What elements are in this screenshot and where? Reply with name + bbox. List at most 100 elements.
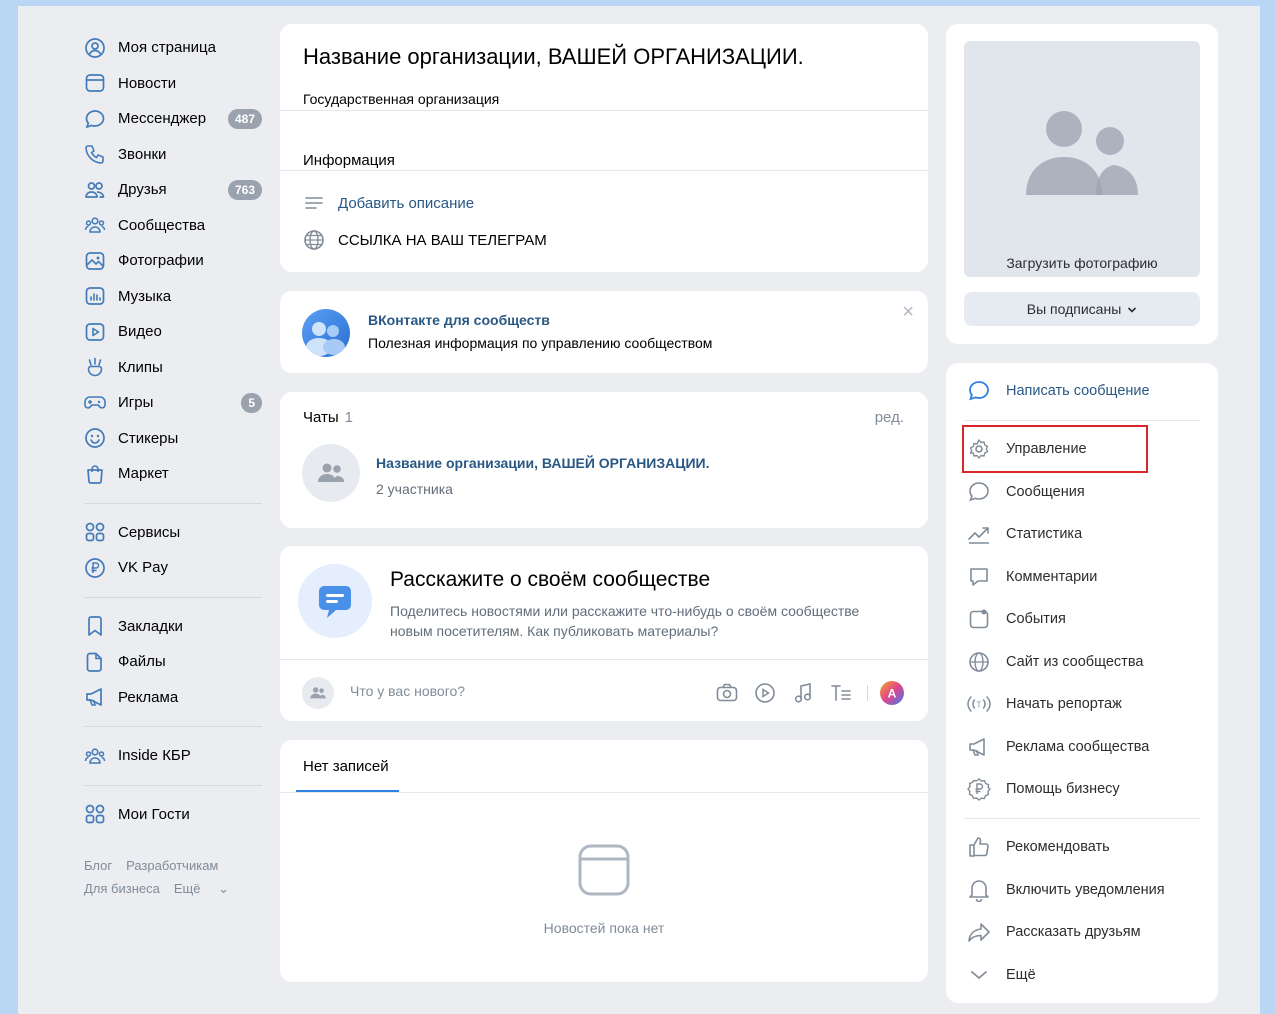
close-icon[interactable]: × bbox=[902, 301, 914, 324]
sidebar-item-label: Моя страница bbox=[118, 39, 216, 57]
video-icon bbox=[84, 321, 106, 343]
promo-card: ВКонтакте для сообществ Полезная информа… bbox=[280, 291, 928, 373]
messages-button[interactable]: Сообщения bbox=[966, 477, 1085, 507]
footer-more-link[interactable]: Ещё ⌄ bbox=[174, 881, 243, 896]
sidebar-item-label: Фотографии bbox=[118, 252, 204, 270]
megaphone-icon bbox=[966, 734, 992, 760]
sidebar-item-label: VK Pay bbox=[118, 559, 169, 577]
sidebar-item[interactable]: Файлы bbox=[84, 644, 262, 680]
chat-name-link[interactable]: Название организации, ВАШЕЙ ОРГАНИЗАЦИИ. bbox=[376, 455, 709, 471]
promo-title[interactable]: ВКонтакте для сообществ bbox=[368, 312, 550, 328]
services-icon bbox=[84, 803, 106, 825]
sidebar-item[interactable]: Музыка bbox=[84, 279, 262, 315]
statistics-label: Статистика bbox=[1006, 526, 1083, 542]
friends-icon bbox=[84, 179, 106, 201]
add-description-link[interactable]: Добавить описание bbox=[303, 192, 474, 214]
lines-icon bbox=[303, 192, 325, 214]
sidebar-item[interactable]: Мессенджер 487 bbox=[84, 101, 262, 137]
sidebar-item[interactable]: Реклама bbox=[84, 680, 262, 716]
community-actions-card: Написать сообщение Управление Сообщения … bbox=[946, 363, 1218, 1003]
more-button[interactable]: Ещё bbox=[966, 960, 1036, 990]
camera-icon[interactable] bbox=[713, 679, 741, 707]
chart-line-icon bbox=[966, 521, 992, 547]
left-nav: Моя страница Новости Мессенджер 487 Звонки Др… bbox=[84, 30, 262, 900]
sidebar-item[interactable]: Звонки bbox=[84, 137, 262, 173]
write-message-button[interactable]: Написать сообщение bbox=[966, 376, 1150, 406]
start-stream-button[interactable]: T Начать репортаж bbox=[966, 689, 1122, 719]
add-description-label: Добавить описание bbox=[338, 194, 475, 212]
stickers-icon bbox=[84, 427, 106, 449]
subscribed-button[interactable]: Вы подписаны bbox=[964, 292, 1200, 326]
footer-blog-link[interactable]: Блог bbox=[84, 858, 112, 873]
text-format-icon[interactable] bbox=[827, 679, 855, 707]
nav-divider bbox=[84, 502, 262, 504]
divider bbox=[280, 110, 928, 111]
site-button[interactable]: Сайт из сообщества bbox=[966, 647, 1143, 677]
sidebar-item[interactable]: Клипы bbox=[84, 350, 262, 386]
gear-icon bbox=[966, 436, 992, 462]
sidebar-item[interactable]: Сообщества bbox=[84, 208, 262, 244]
sidebar-item[interactable]: VK Pay bbox=[84, 550, 262, 586]
divider bbox=[280, 659, 928, 660]
page-title: Название организации, ВАШЕЙ ОРГАНИЗАЦИИ. bbox=[303, 44, 804, 69]
phone-icon bbox=[84, 143, 106, 165]
ruble-icon bbox=[966, 776, 992, 802]
sidebar-item[interactable]: Мои Гости bbox=[84, 797, 262, 833]
music-note-icon[interactable] bbox=[789, 679, 817, 707]
sidebar-item[interactable]: Стикеры bbox=[84, 421, 262, 457]
page-subtitle: Государственная организация bbox=[303, 91, 500, 107]
video-play-icon[interactable] bbox=[751, 679, 779, 707]
menu-divider bbox=[964, 818, 1200, 819]
photo-upload-area[interactable]: Загрузить фотографию bbox=[964, 41, 1200, 277]
more-label: Ещё bbox=[1006, 967, 1036, 983]
enable-notifications-button[interactable]: Включить уведомления bbox=[966, 875, 1165, 905]
sidebar-item[interactable]: Моя страница bbox=[84, 30, 262, 66]
tab-no-posts[interactable]: Нет записей bbox=[303, 758, 389, 775]
sidebar-item[interactable]: Новости bbox=[84, 66, 262, 102]
new-post-input[interactable]: Что у вас нового? bbox=[350, 683, 465, 699]
sidebar-item[interactable]: Видео bbox=[84, 314, 262, 350]
share-button[interactable]: Рассказать друзьям bbox=[966, 917, 1141, 947]
sidebar-item-label: Клипы bbox=[118, 358, 163, 376]
sidebar-item-label: Сообщества bbox=[118, 216, 206, 234]
chevron-down-icon: ⌄ bbox=[218, 881, 229, 896]
manage-button[interactable]: Управление bbox=[966, 434, 1087, 464]
statistics-button[interactable]: Статистика bbox=[966, 519, 1082, 549]
music-icon bbox=[84, 285, 106, 307]
sidebar-item-label: Друзья bbox=[118, 181, 167, 199]
calendar-icon bbox=[966, 606, 992, 632]
sidebar-item[interactable]: Закладки bbox=[84, 609, 262, 645]
sidebar-item[interactable]: Inside КБР bbox=[84, 738, 262, 774]
footer-business-link[interactable]: Для бизнеса bbox=[84, 881, 160, 896]
sidebar-item[interactable]: Маркет bbox=[84, 456, 262, 492]
wall-card: Нет записей Новостей пока нет bbox=[280, 740, 928, 982]
promo-text: Полезная информация по управлению сообще… bbox=[368, 335, 713, 351]
events-button[interactable]: События bbox=[966, 604, 1066, 634]
sidebar-item-label: Стикеры bbox=[118, 429, 179, 447]
chat-avatar[interactable] bbox=[302, 444, 360, 502]
sidebar-item-label: Маркет bbox=[118, 465, 169, 483]
count-badge: 487 bbox=[227, 108, 262, 129]
enable-notifications-label: Включить уведомления bbox=[1006, 882, 1165, 898]
sidebar-item[interactable]: Фотографии bbox=[84, 243, 262, 279]
footer-dev-link[interactable]: Разработчикам bbox=[126, 858, 218, 873]
ai-assistant-icon[interactable]: A bbox=[878, 679, 906, 707]
sidebar-item[interactable]: Сервисы bbox=[84, 515, 262, 551]
community-ads-button[interactable]: Реклама сообщества bbox=[966, 732, 1149, 762]
telegram-link-label: ССЫЛКА НА ВАШ ТЕЛЕГРАМ bbox=[338, 231, 547, 249]
edit-chats-link[interactable]: ред. bbox=[875, 409, 904, 426]
business-help-button[interactable]: Помощь бизнесу bbox=[966, 774, 1120, 804]
message-bubble-icon bbox=[966, 479, 992, 505]
sidebar-item-label: Игры bbox=[118, 394, 154, 412]
telegram-link[interactable]: ССЫЛКА НА ВАШ ТЕЛЕГРАМ bbox=[303, 229, 547, 251]
menu-divider bbox=[964, 420, 1200, 421]
sidebar-item[interactable]: Игры 5 bbox=[84, 385, 262, 421]
business-help-label: Помощь бизнесу bbox=[1006, 781, 1120, 797]
clips-icon bbox=[84, 356, 106, 378]
comments-button[interactable]: Комментарии bbox=[966, 562, 1097, 592]
sidebar-item[interactable]: Друзья 763 bbox=[84, 172, 262, 208]
sidebar-item-label: Закладки bbox=[118, 617, 183, 635]
nav-footer: Блог Разработчикам Для бизнеса Ещё ⌄ bbox=[84, 854, 262, 900]
tell-about-card: Расскажите о своём сообществе Поделитесь… bbox=[280, 546, 928, 721]
recommend-button[interactable]: Рекомендовать bbox=[966, 832, 1110, 862]
